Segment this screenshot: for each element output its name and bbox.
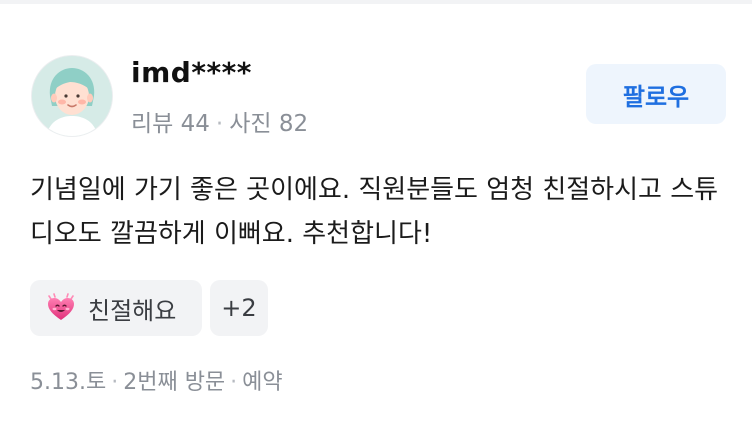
review-text: 기념일에 가기 좋은 곳이에요. 직원분들도 엄청 친절하시고 스튜디오도 깔끔… [30,175,719,249]
avatar-illustration [32,56,112,136]
avatar[interactable] [32,56,112,136]
follow-button[interactable]: 팔로우 [586,64,726,124]
separator-dot: · [111,370,119,395]
username[interactable]: imd**** [131,56,252,89]
more-tags-button[interactable]: +2 [210,280,268,336]
author-stats: 리뷰 44 · 사진 82 [131,104,308,138]
visit-type: 예약 [242,370,283,395]
visit-info: 5.13.토 · 2번째 방문 · 예약 [30,364,283,396]
separator-dot: · [230,370,238,395]
review-count: 리뷰 44 [131,111,210,137]
visit-count: 2번째 방문 [123,370,226,395]
tag-chip-kind[interactable]: 친절해요 [30,280,202,336]
visit-date: 5.13.토 [30,370,107,395]
section-divider [0,0,752,4]
tag-chip-label: 친절해요 [88,296,177,325]
smiling-heart-icon [46,293,76,323]
review-card: imd**** 리뷰 44 · 사진 82 팔로우 기념일에 가기 좋은 곳이에요.… [0,0,752,446]
photo-count: 사진 82 [229,111,309,137]
separator-dot: · [215,111,224,137]
